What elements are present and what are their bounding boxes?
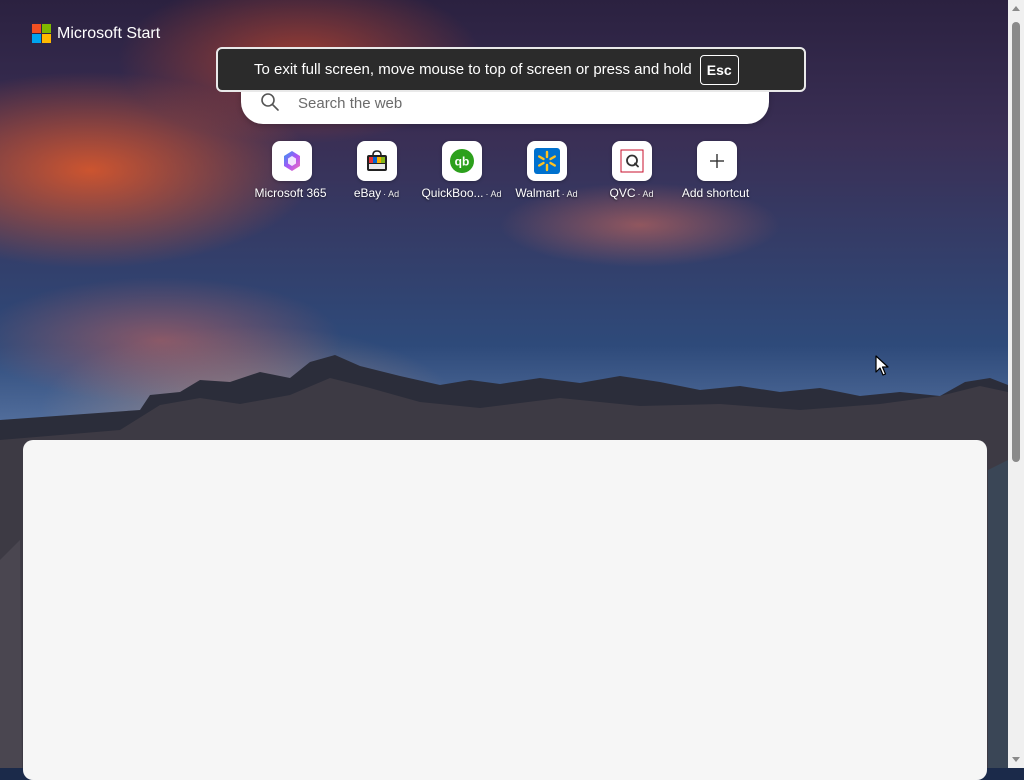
shortcut-microsoft-365[interactable]: Microsoft 365 (249, 141, 334, 200)
microsoft-logo-icon (32, 24, 51, 43)
shortcut-tile[interactable] (611, 141, 652, 181)
fullscreen-exit-notice: To exit full screen, move mouse to top o… (216, 47, 806, 92)
shortcut-tile[interactable] (356, 141, 397, 181)
fullscreen-message: To exit full screen, move mouse to top o… (254, 61, 692, 78)
feed-content-panel (23, 440, 987, 780)
svg-text:qb: qb (454, 155, 469, 169)
qvc-icon (620, 149, 643, 173)
shortcut-label: Add shortcut (681, 186, 750, 200)
shortcut-qvc[interactable]: QVC · Ad (589, 141, 674, 200)
shortcut-label: QVC (609, 186, 636, 200)
ad-badge: · Ad (561, 189, 578, 199)
shortcut-label: Walmart (515, 186, 560, 200)
walmart-icon (533, 148, 560, 174)
shortcut-tile[interactable] (271, 141, 312, 181)
shortcut-quickbooks[interactable]: qb QuickBoo... · Ad (419, 141, 504, 200)
mouse-cursor-icon (875, 355, 889, 376)
ad-badge: · Ad (485, 189, 502, 199)
quickbooks-icon: qb (449, 149, 474, 173)
microsoft-365-icon (283, 151, 300, 171)
shortcut-label: QuickBoo... (421, 186, 484, 200)
esc-key-hint: Esc (699, 54, 739, 85)
shortcut-label: Microsoft 365 (254, 186, 327, 200)
brand-name: Microsoft Start (57, 24, 161, 42)
shortcut-label: eBay (353, 186, 382, 200)
ad-badge: · Ad (383, 189, 400, 199)
search-input[interactable] (296, 90, 740, 116)
ad-badge: · Ad (637, 189, 654, 199)
scrollbar-thumb[interactable] (1012, 22, 1020, 462)
shortcuts-row: Microsoft 365 eBay · Ad qb QuickBoo... · A… (249, 141, 759, 200)
shortcut-walmart[interactable]: Walmart · Ad (504, 141, 589, 200)
scroll-up-arrow-icon[interactable] (1012, 6, 1020, 11)
page-scrollbar[interactable] (1008, 0, 1024, 768)
plus-icon (709, 154, 724, 168)
shortcut-add[interactable]: Add shortcut (674, 141, 759, 200)
shortcut-tile[interactable]: qb (441, 141, 482, 181)
scroll-down-arrow-icon[interactable] (1012, 757, 1020, 762)
shortcut-ebay[interactable]: eBay · Ad (334, 141, 419, 200)
search-icon (261, 93, 279, 111)
microsoft-start-logo[interactable]: Microsoft Start (32, 24, 160, 43)
ebay-icon (366, 150, 387, 171)
shortcut-tile[interactable] (526, 141, 567, 181)
shortcut-tile[interactable] (696, 141, 737, 181)
